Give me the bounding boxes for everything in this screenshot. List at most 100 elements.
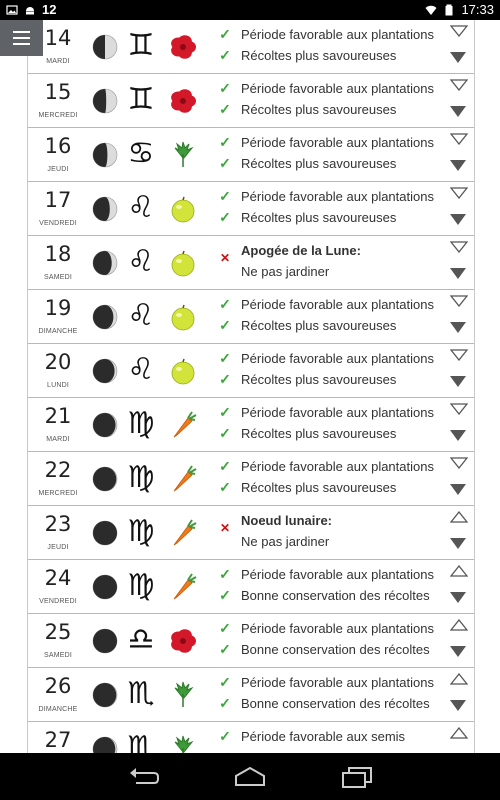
advice-lines: ✓ Période favorable aux plantations ✓ Bonne…: [218, 618, 448, 664]
advice-text: Ne pas jardiner: [241, 264, 330, 279]
advice-line: ✓ Récoltes plus savoureuses: [218, 207, 448, 228]
battery-icon: [445, 4, 453, 15]
advice-lines: ✕ Noeud lunaire: Ne pas jardiner: [218, 510, 448, 556]
lunar-calendar-list[interactable]: 14 MARDI ♊ ✓ Période favorable aux plantatio…: [27, 20, 475, 753]
expand-row-icon[interactable]: [450, 646, 466, 657]
image-icon: [6, 4, 18, 15]
root-vegetable-icon: [173, 465, 197, 492]
check-icon: ✓: [219, 674, 231, 690]
check-icon: ✓: [219, 479, 231, 495]
advice-line: ✓ Récoltes plus savoureuses: [218, 153, 448, 174]
ascending-moon-icon: [450, 619, 468, 631]
expand-row-icon[interactable]: [450, 592, 466, 603]
zodiac-sign-icon: ♌: [127, 352, 155, 387]
expand-row-icon[interactable]: [450, 430, 466, 441]
day-row[interactable]: 27 ♏ ✓ Période favorable aux semis✓: [28, 722, 474, 753]
check-icon: ✓: [219, 641, 231, 657]
leaf-icon: [174, 735, 194, 753]
advice-text: Ne pas jardiner: [241, 534, 330, 549]
day-row[interactable]: 16 JEUDI ♋ ✓ Période favorable aux plantatio…: [28, 128, 474, 182]
row-arrows: [449, 128, 471, 181]
advice-line: ✓ Bonne conservation des récoltes: [218, 585, 448, 606]
day-row[interactable]: 23 JEUDI ♍ ✕ Noeud lunaire: Ne pas jardiner: [28, 506, 474, 560]
check-icon: ✓: [219, 47, 231, 63]
row-arrows: [449, 722, 471, 753]
flower-icon: [171, 89, 196, 113]
advice-lines: ✓ Période favorable aux plantations ✓ Récol…: [218, 402, 448, 448]
status-bar-right: 17:33: [425, 2, 494, 17]
row-arrows: [449, 506, 471, 559]
day-row[interactable]: 20 LUNDI ♌ ✓ Période favorable aux plantatio…: [28, 344, 474, 398]
row-arrows: [449, 668, 471, 721]
advice-text: Récoltes plus savoureuses: [241, 48, 397, 63]
check-icon: ✓: [219, 26, 231, 42]
advice-text: Période favorable aux plantations: [241, 189, 434, 204]
day-row[interactable]: 24 VENDREDI ♍ ✓ Période favorable aux planta…: [28, 560, 474, 614]
day-date: 20 LUNDI: [28, 344, 88, 397]
expand-row-icon[interactable]: [450, 214, 466, 225]
day-row[interactable]: 22 MERCREDI ♍ ✓ Période favorable aux planta…: [28, 452, 474, 506]
advice-text: Période favorable aux plantations: [241, 135, 434, 150]
expand-row-icon[interactable]: [450, 700, 466, 711]
root-vegetable-icon: [173, 411, 197, 438]
day-number: 23: [44, 512, 72, 536]
zodiac-sign-icon: ♊: [127, 82, 155, 117]
advice-text: Récoltes plus savoureuses: [241, 318, 397, 333]
advice-line: ✓ Période favorable aux plantations: [218, 672, 448, 693]
day-date: 19 DIMANCHE: [28, 290, 88, 343]
day-date: 22 MERCREDI: [28, 452, 88, 505]
leaf-icon: [174, 681, 194, 707]
recent-apps-icon[interactable]: [337, 763, 377, 791]
advice-line: ✓ Période favorable aux plantations: [218, 348, 448, 369]
moon-phase-icon: [92, 574, 118, 600]
weekday-label: VENDREDI: [39, 598, 77, 605]
day-row[interactable]: 21 MARDI ♍ ✓ Période favorable aux plantatio…: [28, 398, 474, 452]
hamburger-menu-button[interactable]: [0, 20, 43, 56]
zodiac-sign-icon: ♏: [127, 676, 155, 711]
fruit-icon: [171, 250, 195, 277]
day-row[interactable]: 14 MARDI ♊ ✓ Période favorable aux plantatio…: [28, 20, 474, 74]
day-row[interactable]: 19 DIMANCHE ♌ ✓ Période favorable aux planta…: [28, 290, 474, 344]
expand-row-icon[interactable]: [450, 106, 466, 117]
day-row[interactable]: 15 MERCREDI ♊ ✓ Période favorable aux planta…: [28, 74, 474, 128]
zodiac-sign-icon: ♎: [127, 622, 155, 657]
advice-text: Période favorable aux plantations: [241, 81, 434, 96]
day-row[interactable]: 17 VENDREDI ♌ ✓ Période favorable aux planta…: [28, 182, 474, 236]
day-date: 24 VENDREDI: [28, 560, 88, 613]
descending-moon-icon: [450, 403, 468, 415]
back-icon[interactable]: [124, 763, 164, 791]
home-icon[interactable]: [230, 763, 270, 791]
descending-moon-icon: [450, 457, 468, 469]
advice-text: Période favorable aux plantations: [241, 405, 434, 420]
advice-text: Bonne conservation des récoltes: [241, 696, 430, 711]
expand-row-icon[interactable]: [450, 322, 466, 333]
expand-row-icon[interactable]: [450, 160, 466, 171]
advice-line: ✓ Récoltes plus savoureuses: [218, 369, 448, 390]
descending-moon-icon: [450, 187, 468, 199]
day-row[interactable]: 18 SAMEDI ♌ ✕ Apogée de la Lune: Ne pas jardi…: [28, 236, 474, 290]
advice-lines: ✓ Période favorable aux plantations ✓ Récol…: [218, 186, 448, 232]
advice-line: ✓ Période favorable aux plantations: [218, 294, 448, 315]
day-row[interactable]: 26 DIMANCHE ♏ ✓ Période favorable aux planta…: [28, 668, 474, 722]
expand-row-icon[interactable]: [450, 268, 466, 279]
descending-moon-icon: [450, 133, 468, 145]
advice-text: Période favorable aux plantations: [241, 675, 434, 690]
fruit-icon: [171, 358, 195, 385]
advice-lines: ✓ Période favorable aux plantations ✓ Récol…: [218, 24, 448, 70]
day-number: 21: [44, 404, 72, 428]
expand-row-icon[interactable]: [450, 538, 466, 549]
day-number: 25: [44, 620, 72, 644]
zodiac-sign-icon: ♌: [127, 190, 155, 225]
expand-row-icon[interactable]: [450, 52, 466, 63]
expand-row-icon[interactable]: [450, 376, 466, 387]
check-icon: ✓: [219, 404, 231, 420]
clock: 17:33: [461, 2, 494, 17]
advice-line: ✓ Période favorable aux plantations: [218, 132, 448, 153]
check-icon: ✓: [219, 425, 231, 441]
day-date: 18 SAMEDI: [28, 236, 88, 289]
advice-line: ✓ Période favorable aux plantations: [218, 24, 448, 45]
check-icon: ✓: [219, 101, 231, 117]
expand-row-icon[interactable]: [450, 484, 466, 495]
advice-text: Récoltes plus savoureuses: [241, 156, 397, 171]
day-row[interactable]: 25 SAMEDI ♎ ✓ Période favorable aux plantati…: [28, 614, 474, 668]
